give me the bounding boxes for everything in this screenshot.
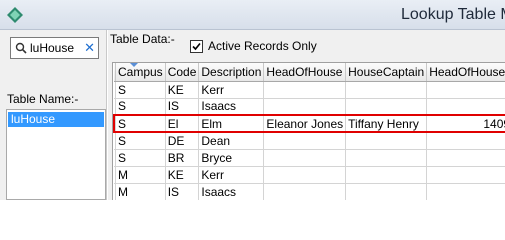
cell-headofhouse[interactable] [263,166,347,184]
active-records-label: Active Records Only [208,39,317,53]
cell-headofhouse[interactable]: Eleanor Jones [263,114,347,133]
cell-headofhouse[interactable] [263,81,347,99]
table-name-list[interactable]: luHouse [6,109,106,200]
cell-campus[interactable]: S [115,149,166,167]
cell-description[interactable]: Bryce [198,149,265,167]
column-header-description[interactable]: Description [198,63,265,82]
cell-headofhouseid[interactable]: 0 [426,149,505,167]
search-box[interactable]: ✕ [10,37,99,59]
search-input[interactable] [30,40,82,56]
cell-headofhouseid[interactable]: 0 [426,166,505,184]
table-name-label: Table Name:- [7,92,79,106]
cell-headofhouseid[interactable]: 14091 [426,114,505,133]
cell-code[interactable]: KE [165,166,200,184]
cell-headofhouseid[interactable]: 0 [426,81,505,99]
cell-housecaptain[interactable] [345,132,428,150]
cell-description[interactable]: Kerr [198,166,265,184]
cell-housecaptain[interactable] [345,166,428,184]
table-row[interactable]: S BR Bryce 0 [114,149,505,167]
cell-description[interactable]: Isaacs [198,98,265,116]
cell-description[interactable]: Elm [198,114,265,133]
table-row-highlighted[interactable]: S El Elm Eleanor Jones Tiffany Henry 140… [113,114,505,133]
window-title: Lookup Table M [401,6,505,23]
cell-description[interactable]: Isaacs [198,183,265,200]
cell-headofhouse[interactable] [263,183,347,200]
cell-campus[interactable]: S [115,81,166,99]
cell-headofhouseid[interactable]: 0 [426,132,505,150]
cell-headofhouse[interactable] [263,149,347,167]
cell-campus[interactable]: S [115,132,166,150]
left-pane: ✕ Table Name:- luHouse [0,30,107,200]
column-header-campus[interactable]: Campus [115,63,166,82]
sort-indicator-icon [130,63,138,67]
cell-description[interactable]: Kerr [198,81,265,99]
app-logo-icon [7,7,23,23]
cell-code[interactable]: BR [165,149,200,167]
cell-description[interactable]: Dean [198,132,265,150]
table-name-item-luhouse[interactable]: luHouse [8,112,104,127]
table-row[interactable]: M IS Isaacs 0 [114,183,505,200]
cell-headofhouse[interactable] [263,132,347,150]
cell-headofhouse[interactable] [263,98,347,116]
cell-code[interactable]: DE [165,132,200,150]
column-header-housecaptain[interactable]: HouseCaptain [345,63,428,82]
cell-housecaptain[interactable] [345,98,428,116]
cell-code[interactable]: IS [165,183,200,200]
cell-campus[interactable]: M [115,183,166,200]
cell-housecaptain[interactable]: Tiffany Henry [345,114,428,133]
table-row[interactable]: S DE Dean 0 [114,132,505,150]
data-table: Campus Code Description HeadOfHouse Hous… [113,63,505,200]
right-pane: Table Data:- Active Records Only Campus … [108,30,505,200]
title-bar: Lookup Table M [0,0,505,30]
table-row[interactable]: M KE Kerr 0 [114,166,505,184]
cell-housecaptain[interactable] [345,149,428,167]
cell-housecaptain[interactable] [345,183,428,200]
column-header-headofhouseid[interactable]: HeadOfHouseID [426,63,505,82]
cell-code[interactable]: El [165,114,200,133]
cell-headofhouseid[interactable]: 0 [426,98,505,116]
cell-headofhouseid[interactable]: 0 [426,183,505,200]
search-icon [15,42,27,54]
cell-campus[interactable]: S [115,114,166,133]
checkmark-icon [192,42,201,50]
active-records-toggle[interactable]: Active Records Only [190,39,317,53]
cell-housecaptain[interactable] [345,81,428,99]
table-data-label: Table Data:- [110,32,175,46]
data-grid[interactable]: Campus Code Description HeadOfHouse Hous… [112,62,505,200]
table-row[interactable]: S KE Kerr 0 [114,81,505,99]
table-row[interactable]: S IS Isaacs 0 [114,98,505,116]
cell-code[interactable]: KE [165,81,200,99]
cell-campus[interactable]: S [115,98,166,116]
header-row: Campus Code Description HeadOfHouse Hous… [114,63,505,82]
cell-code[interactable]: IS [165,98,200,116]
active-records-checkbox[interactable] [190,39,203,53]
column-header-headofhouse[interactable]: HeadOfHouse [263,63,347,82]
cell-campus[interactable]: M [115,166,166,184]
clear-search-icon[interactable]: ✕ [84,39,95,57]
column-header-code[interactable]: Code [165,63,200,82]
